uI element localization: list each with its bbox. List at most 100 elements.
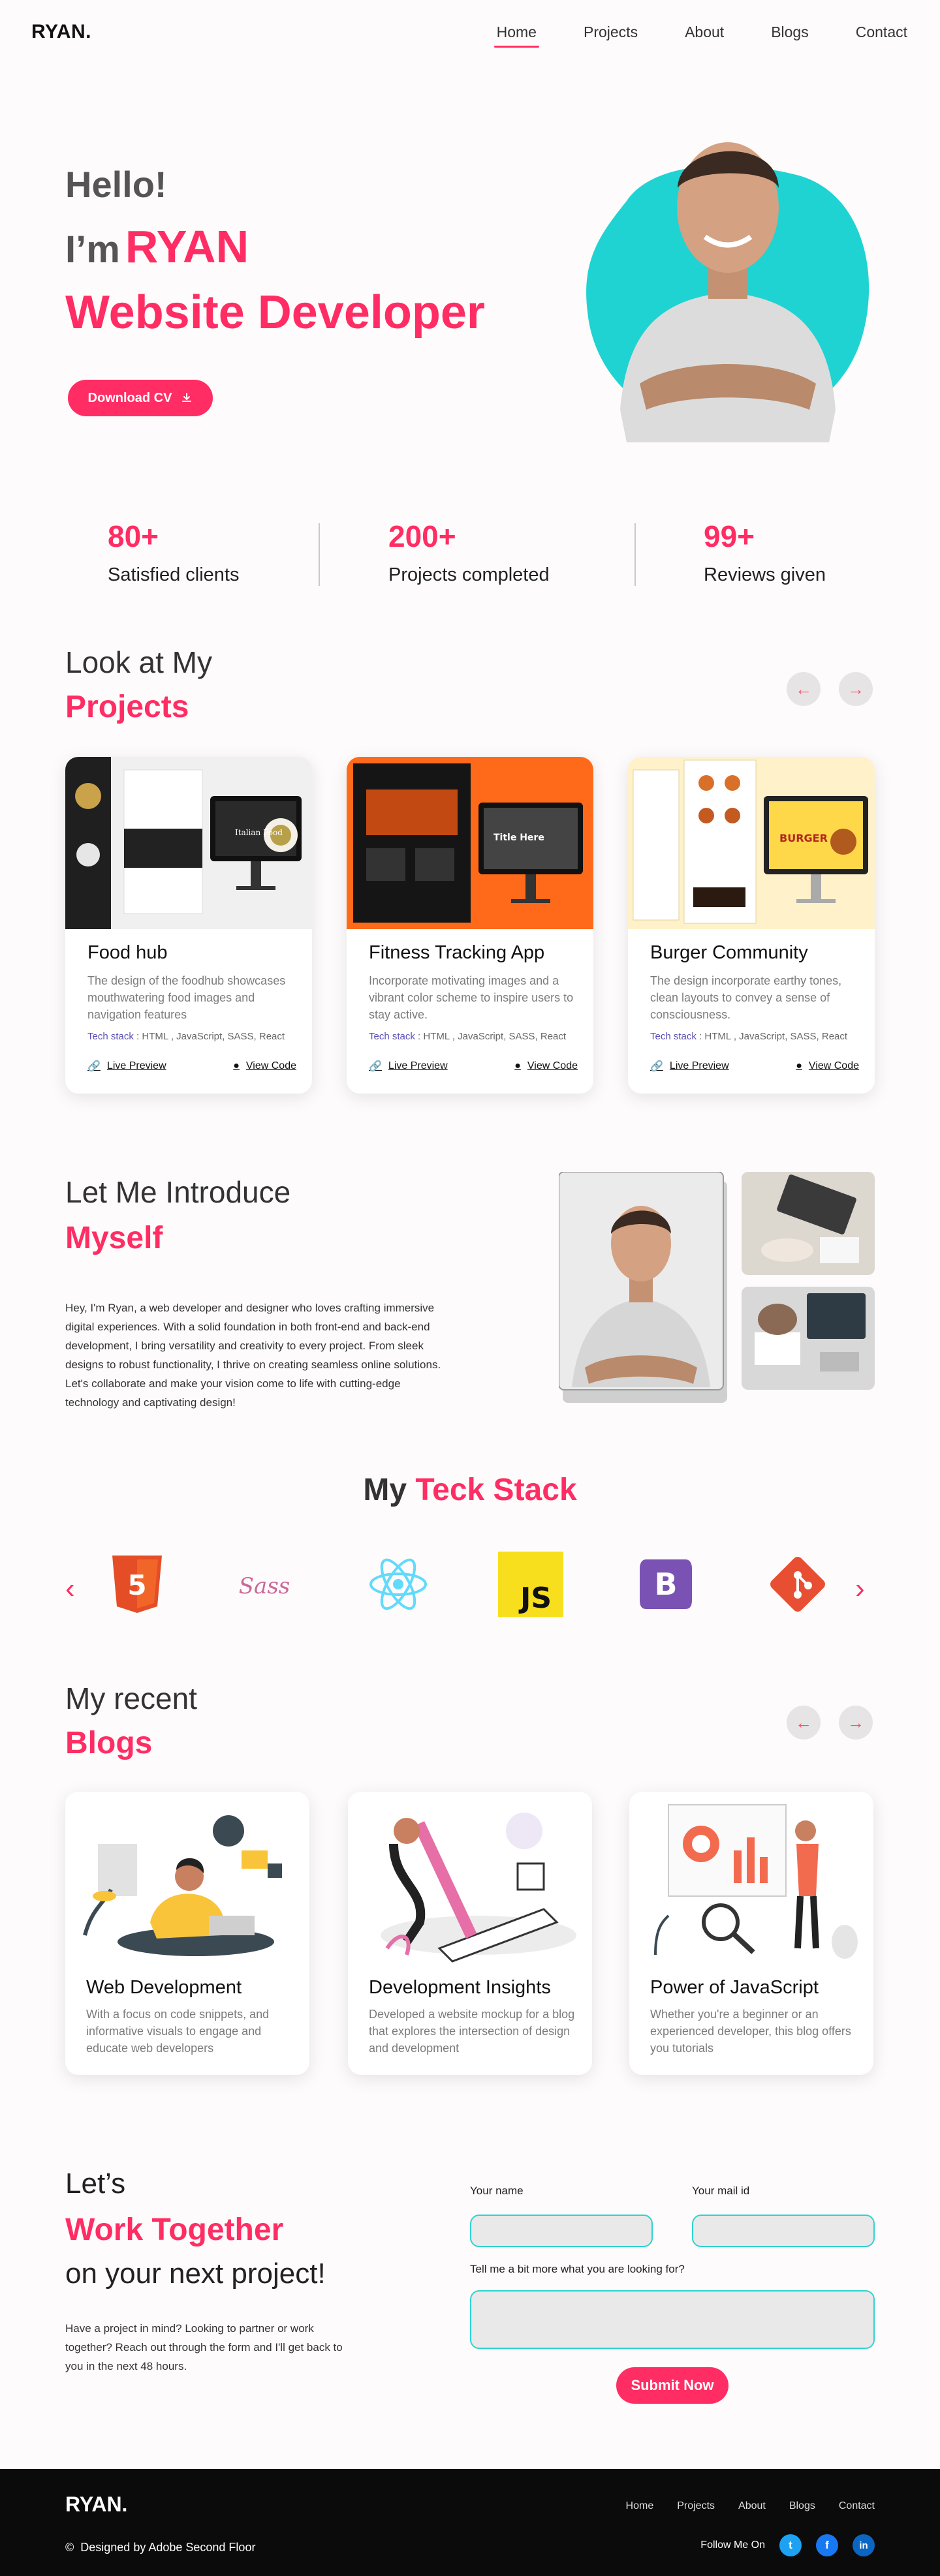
project-card-burger[interactable]: BURGER Burger Community The design incor…: [628, 757, 875, 1094]
html5-text: 5: [127, 1569, 146, 1601]
footer-link-blogs[interactable]: Blogs: [789, 2500, 815, 2512]
projects-next-button[interactable]: →: [839, 672, 873, 706]
nav-blogs[interactable]: Blogs: [771, 23, 809, 41]
project-description: The design incorporate earthy tones, cle…: [650, 974, 842, 1021]
live-preview-label: Live Preview: [388, 1060, 448, 1071]
projects-heading-1: Look at My: [65, 645, 212, 679]
copyright-icon: ©: [65, 2541, 74, 2554]
project-thumbnail: Italian Food: [65, 757, 312, 929]
blog-title: Web Development: [86, 1977, 242, 1998]
footer-follow: Follow Me On t f in: [700, 2534, 875, 2556]
project-card-foodhub[interactable]: Italian Food Food hub The design of the …: [65, 757, 312, 1094]
contact-text: Have a project in mind? Looking to partn…: [65, 2322, 343, 2372]
html5-icon: 5: [112, 1556, 162, 1613]
thumb-text: Title Here: [494, 833, 544, 843]
blog-card-development-insights[interactable]: Development Insights Developed a website…: [348, 1792, 592, 2075]
nav-contact[interactable]: Contact: [856, 23, 907, 41]
project-description: The design of the foodhub showcases mout…: [87, 974, 286, 1021]
about-text: Hey, I'm Ryan, a web developer and desig…: [65, 1302, 441, 1409]
view-code-link[interactable]: ● View Code: [233, 1060, 296, 1073]
stack-next-button[interactable]: ›: [855, 1572, 865, 1605]
project-links: 🔗 Live Preview ● View Code: [369, 1060, 578, 1073]
project-title: Food hub: [87, 942, 168, 963]
bootstrap-text: B: [654, 1567, 677, 1602]
download-cv-button[interactable]: Download CV: [68, 380, 213, 416]
live-preview-link[interactable]: 🔗 Live Preview: [369, 1060, 448, 1073]
blog-illustration: [65, 1792, 309, 1965]
message-label: Tell me a bit more what you are looking …: [470, 2263, 685, 2275]
js-text: JS: [518, 1582, 552, 1615]
facebook-icon[interactable]: f: [816, 2534, 838, 2556]
blog-card-web-development[interactable]: Web Development With a focus on code sni…: [65, 1792, 309, 2075]
footer-logo[interactable]: RYAN.: [65, 2492, 127, 2517]
projects-prev-button[interactable]: ←: [787, 672, 821, 706]
view-code-label: View Code: [245, 1060, 296, 1071]
live-preview-link[interactable]: 🔗 Live Preview: [650, 1060, 729, 1073]
linkedin-icon[interactable]: in: [853, 2534, 875, 2556]
link-icon: 🔗: [87, 1061, 101, 1072]
copyright-text: Designed by Adobe Second Floor: [80, 2541, 256, 2554]
email-input[interactable]: [692, 2215, 875, 2247]
email-label: Your mail id: [692, 2185, 750, 2197]
bootstrap-icon: B: [640, 1559, 692, 1609]
blogs-prev-button[interactable]: ←: [787, 1706, 821, 1740]
blog-title: Power of JavaScript: [650, 1977, 819, 1998]
stat-number: 200+: [388, 519, 456, 553]
about-heading-2: Myself: [65, 1221, 163, 1255]
footer-link-projects[interactable]: Projects: [677, 2500, 715, 2512]
stat-label: Reviews given: [704, 564, 826, 585]
nav-home[interactable]: Home: [494, 23, 540, 48]
stat-projects: 200+ Projects completed: [388, 519, 550, 586]
tech-stack-value: HTML , JavaScript, SASS, React: [142, 1031, 285, 1042]
project-tech: Tech stack : HTML , JavaScript, SASS, Re…: [650, 1031, 848, 1042]
footer-copyright: © Designed by Adobe Second Floor: [65, 2541, 255, 2554]
github-icon: ●: [233, 1060, 240, 1071]
project-links: 🔗 Live Preview ● View Code: [87, 1060, 296, 1073]
stack-prev-button[interactable]: ‹: [65, 1572, 75, 1605]
view-code-link[interactable]: ● View Code: [514, 1060, 578, 1073]
contact-heading-3: on your next project!: [65, 2258, 326, 2290]
hero-role: Website Developer: [65, 286, 485, 339]
contact-heading-2: Work Together: [65, 2213, 284, 2247]
live-preview-link[interactable]: 🔗 Live Preview: [87, 1060, 166, 1073]
blog-description: With a focus on code snippets, and infor…: [86, 2008, 270, 2055]
footer-link-home[interactable]: Home: [626, 2500, 654, 2512]
footer-link-about[interactable]: About: [738, 2500, 766, 2512]
contact-heading-1: Let’s: [65, 2168, 126, 2200]
blog-illustration: [629, 1792, 873, 1965]
view-code-link[interactable]: ● View Code: [796, 1060, 859, 1073]
stat-divider: [634, 523, 636, 586]
sass-text: Sass: [239, 1573, 290, 1599]
name-input[interactable]: [470, 2215, 653, 2247]
logo[interactable]: RYAN.: [31, 21, 91, 43]
download-icon: [182, 393, 192, 402]
nav-about[interactable]: About: [685, 23, 724, 41]
footer: RYAN. © Designed by Adobe Second Floor Ho…: [0, 2469, 940, 2576]
blogs-heading-1: My recent: [65, 1681, 197, 1715]
blog-card-power-of-javascript[interactable]: Power of JavaScript Whether you're a beg…: [629, 1792, 873, 2075]
blogs-next-button[interactable]: →: [839, 1706, 873, 1740]
javascript-icon: JS: [498, 1552, 563, 1617]
tech-stack-value: HTML , JavaScript, SASS, React: [704, 1031, 848, 1042]
link-icon: 🔗: [369, 1061, 382, 1072]
stat-reviews: 99+ Reviews given: [704, 519, 826, 586]
arrow-left-icon: ←: [795, 1712, 812, 1732]
project-card-fitness[interactable]: Title Here Fitness Tracking App Incorpor…: [347, 757, 593, 1094]
tech-stack-value: HTML , JavaScript, SASS, React: [423, 1031, 567, 1042]
live-preview-label: Live Preview: [106, 1060, 166, 1071]
project-thumbnail: Title Here: [347, 757, 593, 929]
hero-intro: I’m RYAN: [65, 221, 249, 273]
about-portrait: [559, 1172, 727, 1403]
message-textarea[interactable]: [470, 2290, 875, 2349]
tech-stack-label: Tech stack: [87, 1031, 134, 1042]
hero-im-text: I’m: [65, 228, 120, 271]
git-icon: [770, 1557, 825, 1612]
chevron-right-icon: ›: [855, 1572, 865, 1604]
name-label: Your name: [470, 2185, 524, 2197]
submit-button[interactable]: Submit Now: [616, 2367, 728, 2404]
twitter-icon[interactable]: t: [779, 2534, 802, 2556]
about-heading-1: Let Me Introduce: [65, 1175, 291, 1209]
footer-link-contact[interactable]: Contact: [839, 2500, 875, 2512]
nav-projects[interactable]: Projects: [584, 23, 638, 41]
blog-illustration: [348, 1792, 592, 1965]
